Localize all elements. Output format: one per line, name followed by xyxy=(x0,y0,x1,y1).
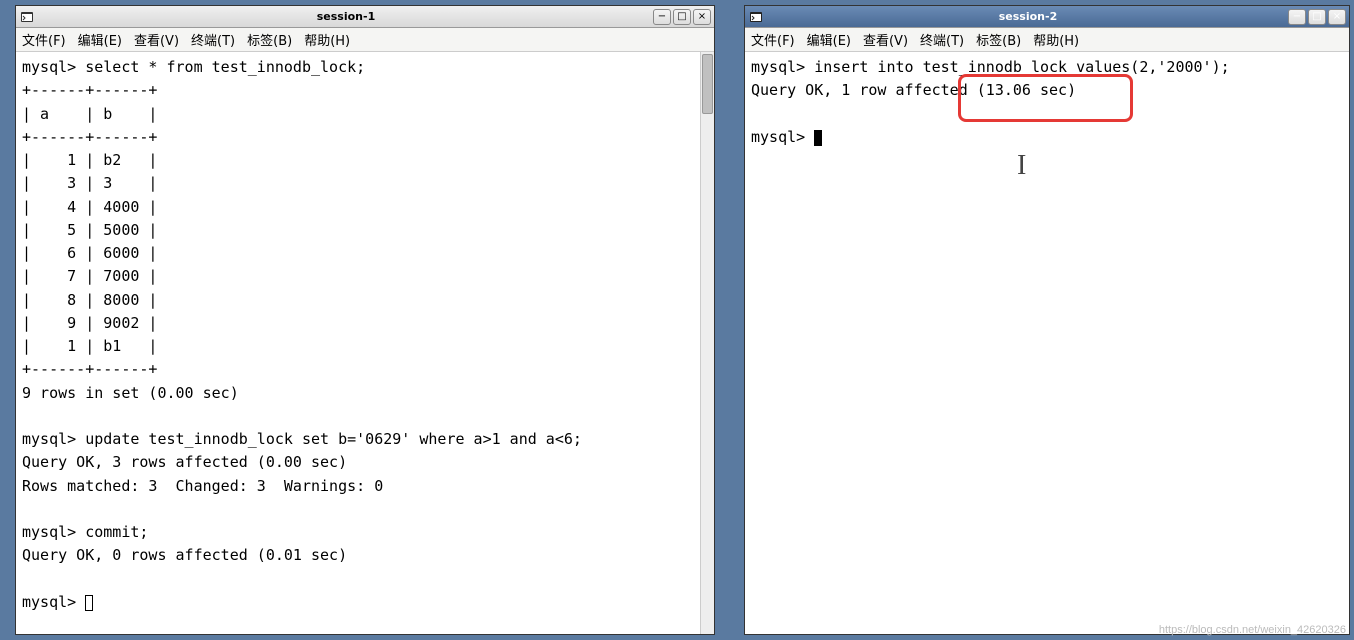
titlebar[interactable]: session-2 − □ × xyxy=(745,6,1349,28)
menubar: 文件(F) 编辑(E) 查看(V) 终端(T) 标签(B) 帮助(H) xyxy=(745,28,1349,52)
menu-tabs[interactable]: 标签(B) xyxy=(976,30,1021,49)
minimize-button[interactable]: − xyxy=(653,9,671,25)
maximize-button[interactable]: □ xyxy=(673,9,691,25)
terminal-window-session-2: session-2 − □ × 文件(F) 编辑(E) 查看(V) 终端(T) … xyxy=(744,5,1350,635)
minimize-button[interactable]: − xyxy=(1288,9,1306,25)
menu-view[interactable]: 查看(V) xyxy=(863,30,908,49)
menu-help[interactable]: 帮助(H) xyxy=(304,30,350,49)
terminal-icon xyxy=(19,9,35,25)
menu-edit[interactable]: 编辑(E) xyxy=(807,30,851,49)
window-title: session-1 xyxy=(39,10,653,23)
terminal-window-session-1: session-1 − □ × 文件(F) 编辑(E) 查看(V) 终端(T) … xyxy=(15,5,715,635)
menubar: 文件(F) 编辑(E) 查看(V) 终端(T) 标签(B) 帮助(H) xyxy=(16,28,714,52)
window-title: session-2 xyxy=(768,10,1288,23)
menu-tabs[interactable]: 标签(B) xyxy=(247,30,292,49)
menu-terminal[interactable]: 终端(T) xyxy=(191,30,235,49)
scrollbar-thumb[interactable] xyxy=(702,54,713,114)
maximize-button[interactable]: □ xyxy=(1308,9,1326,25)
menu-view[interactable]: 查看(V) xyxy=(134,30,179,49)
menu-file[interactable]: 文件(F) xyxy=(22,30,66,49)
scrollbar[interactable] xyxy=(700,52,714,634)
terminal-output[interactable]: mysql> select * from test_innodb_lock; +… xyxy=(16,52,714,634)
close-button[interactable]: × xyxy=(1328,9,1346,25)
menu-file[interactable]: 文件(F) xyxy=(751,30,795,49)
menu-edit[interactable]: 编辑(E) xyxy=(78,30,122,49)
terminal-output[interactable]: mysql> insert into test_innodb_lock valu… xyxy=(745,52,1349,634)
menu-terminal[interactable]: 终端(T) xyxy=(920,30,964,49)
watermark-text: https://blog.csdn.net/weixin_42620326 xyxy=(1159,624,1346,636)
terminal-icon xyxy=(748,9,764,25)
menu-help[interactable]: 帮助(H) xyxy=(1033,30,1079,49)
close-button[interactable]: × xyxy=(693,9,711,25)
titlebar[interactable]: session-1 − □ × xyxy=(16,6,714,28)
